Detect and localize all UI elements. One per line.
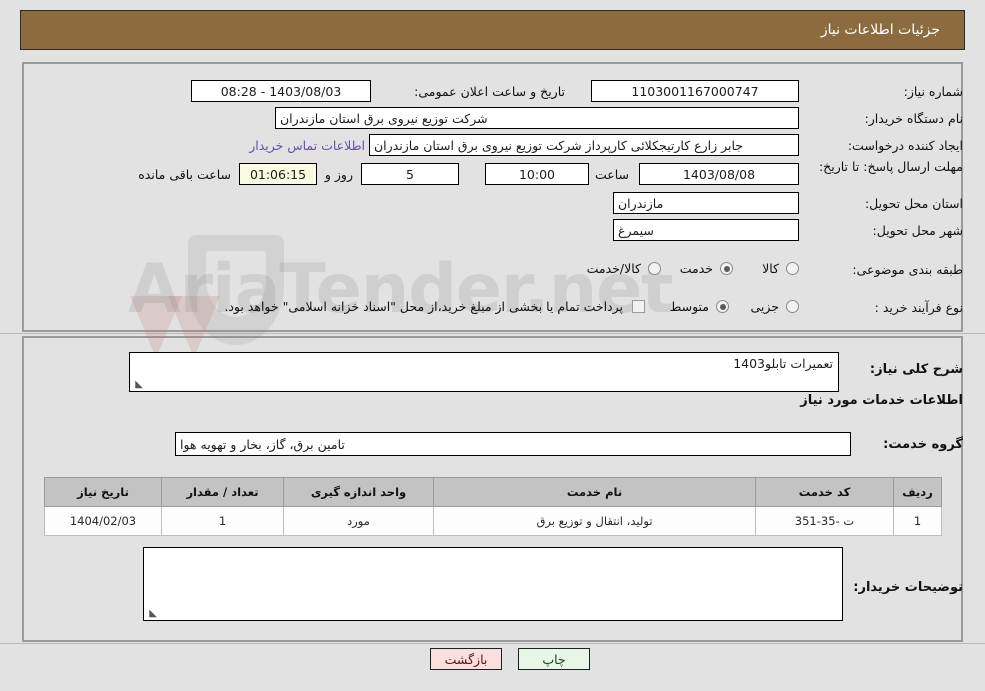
buyer-org-field: شرکت توزیع نیروی برق استان مازندران	[275, 107, 799, 129]
radio-process-minor[interactable]	[786, 300, 799, 313]
cell-row: 1	[893, 506, 942, 536]
resize-grip-icon-2[interactable]: ◣	[147, 609, 157, 619]
need-number-field: 1103001167000747	[591, 80, 799, 102]
buyer-contact-link[interactable]: اطلاعات تماس خریدار	[249, 138, 365, 153]
col-row: ردیف	[893, 477, 942, 507]
general-desc-label: شرح کلی نیاز:	[869, 362, 963, 377]
resize-grip-icon[interactable]: ◣	[133, 380, 143, 390]
city-field: سیمرغ	[613, 219, 799, 241]
deadline-hour-field: 10:00	[485, 163, 589, 185]
back-button[interactable]: بازگشت	[430, 648, 502, 670]
cell-need-date: 1404/02/03	[44, 506, 162, 536]
cell-unit: مورد	[283, 506, 434, 536]
col-service-code: کد خدمت	[755, 477, 894, 507]
buyer-org-label: نام دستگاه خریدار:	[864, 111, 963, 126]
treasury-docs-label: پرداخت تمام یا بخشی از مبلغ خرید،از محل …	[224, 299, 623, 314]
remaining-days-field: 5	[361, 163, 459, 185]
countdown-field: 01:06:15	[239, 163, 317, 185]
col-unit: واحد اندازه گیری	[283, 477, 434, 507]
service-group-field: تامین برق، گاز، بخار و تهویه هوا	[175, 432, 851, 456]
process-label: نوع فرآیند خرید :	[874, 300, 963, 315]
footer-divider	[0, 643, 985, 644]
table-row: 1 ت -35-351 تولید، انتقال و توزیع برق مو…	[44, 506, 942, 536]
cell-service-name: تولید، انتقال و توزیع برق	[433, 506, 756, 536]
cell-quantity: 1	[161, 506, 284, 536]
print-button[interactable]: چاپ	[518, 648, 590, 670]
general-desc-textarea[interactable]: تعمیرات تابلو1403 ◣	[129, 352, 839, 392]
hour-label: ساعت	[594, 167, 629, 182]
city-label: شهر محل تحویل:	[872, 223, 963, 238]
service-group-label: گروه خدمت:	[883, 437, 963, 452]
col-service-name: نام خدمت	[433, 477, 756, 507]
treasury-docs-checkbox[interactable]	[632, 300, 645, 313]
radio-category-goods-label[interactable]: کالا	[762, 261, 779, 276]
table-header-row: ردیف کد خدمت نام خدمت واحد اندازه گیری ت…	[44, 477, 942, 507]
deadline-label: مهلت ارسال پاسخ: تا تاریخ:	[818, 159, 963, 174]
radio-process-minor-label[interactable]: جزیی	[750, 299, 779, 314]
need-number-label: شماره نیاز:	[903, 84, 963, 99]
page-title: جزئیات اطلاعات نیاز	[820, 22, 940, 38]
radio-category-service[interactable]	[720, 262, 733, 275]
radio-category-goods-service-label[interactable]: کالا/خدمت	[587, 261, 641, 276]
items-table: ردیف کد خدمت نام خدمت واحد اندازه گیری ت…	[44, 477, 942, 536]
buyer-notes-textarea[interactable]: ◣	[143, 547, 843, 621]
province-label: استان محل تحویل:	[864, 196, 963, 211]
province-field: مازندران	[613, 192, 799, 214]
page-header-bar: جزئیات اطلاعات نیاز	[20, 10, 965, 50]
days-label: روز و	[324, 167, 353, 182]
buyer-notes-label: توضیحات خریدار:	[853, 580, 963, 595]
services-info-heading: اطلاعات خدمات مورد نیاز	[800, 393, 963, 408]
radio-category-goods-service[interactable]	[648, 262, 661, 275]
general-desc-value: تعمیرات تابلو1403	[733, 356, 833, 371]
col-quantity: تعداد / مقدار	[161, 477, 284, 507]
category-label: طبقه بندی موضوعی:	[852, 262, 963, 277]
deadline-date-field: 1403/08/08	[639, 163, 799, 185]
public-announce-label: تاریخ و ساعت اعلان عمومی:	[414, 84, 565, 99]
request-creator-label: ایجاد کننده درخواست:	[847, 138, 963, 153]
request-creator-field: جابر زارع کارتیجکلائی کارپرداز شرکت توزی…	[369, 134, 799, 156]
section-divider	[0, 333, 985, 334]
radio-process-medium-label[interactable]: متوسط	[670, 299, 709, 314]
col-need-date: تاریخ نیاز	[44, 477, 162, 507]
radio-category-service-label[interactable]: خدمت	[680, 261, 713, 276]
countdown-label: ساعت باقی مانده	[138, 167, 231, 182]
cell-service-code: ت -35-351	[755, 506, 894, 536]
radio-category-goods[interactable]	[786, 262, 799, 275]
public-announce-field: 1403/08/03 - 08:28	[191, 80, 371, 102]
radio-process-medium[interactable]	[716, 300, 729, 313]
